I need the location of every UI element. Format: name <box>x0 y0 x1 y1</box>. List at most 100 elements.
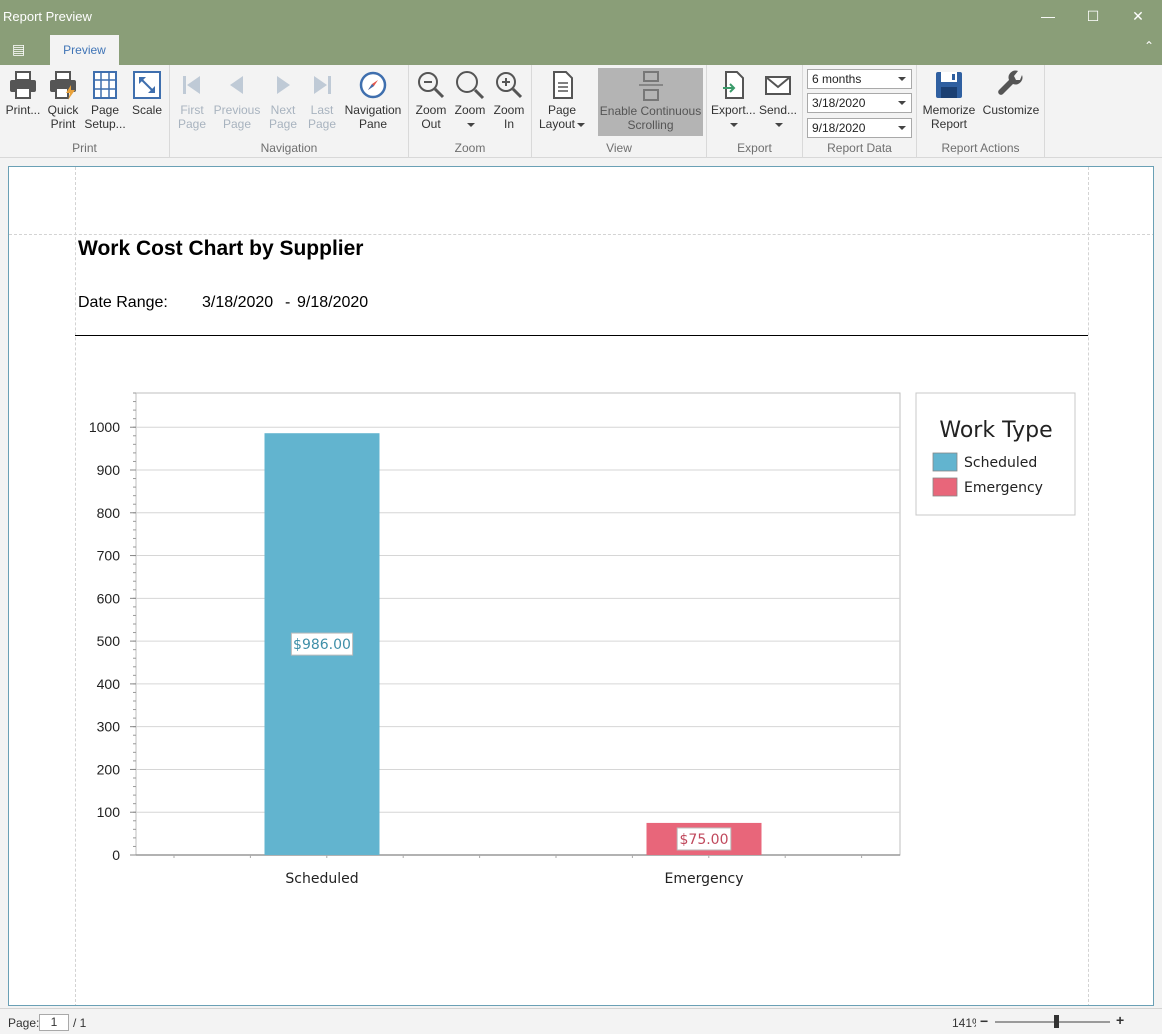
quick-print-button[interactable]: Quick Print <box>44 69 82 131</box>
continuous-scrolling-icon <box>638 71 663 101</box>
y-tick-label: 600 <box>97 590 121 606</box>
ribbon: Print... Quick Print Page Setup... Scale… <box>0 65 1162 158</box>
maximize-button[interactable]: ☐ <box>1070 0 1116 33</box>
report-page: Work Cost Chart by Supplier Date Range: … <box>8 166 1154 1006</box>
wrench-icon <box>998 70 1023 95</box>
y-tick-label: 700 <box>97 548 121 564</box>
envelope-icon <box>765 76 791 95</box>
page-number-input[interactable]: 1 <box>39 1014 69 1031</box>
y-tick-label: 500 <box>97 633 121 649</box>
report-data-group: 6 months 3/18/2020 9/18/2020 Report Data <box>803 65 917 158</box>
y-tick-label: 1000 <box>89 419 120 435</box>
zoom-out-icon <box>418 72 445 99</box>
work-cost-bar-chart: 0 100 200 300 400 500 600 700 800 900 1000 $986.00 S… <box>89 392 1076 887</box>
chevron-down-icon <box>577 122 586 127</box>
zoom-in-icon <box>496 72 523 99</box>
y-tick-label: 200 <box>97 761 121 777</box>
last-page-button[interactable]: Last Page <box>304 69 340 131</box>
y-tick-label: 900 <box>97 462 121 478</box>
status-bar: Page: 1 / 1 141% − + <box>0 1008 1162 1034</box>
x-tick-label: Emergency <box>665 871 744 887</box>
zoom-percentage: 141% <box>952 1016 976 1030</box>
navigation-pane-button[interactable]: Navigation Pane <box>342 69 404 131</box>
y-tick-label: 300 <box>97 719 121 735</box>
zoom-out-button[interactable]: Zoom Out <box>413 69 449 131</box>
page-total: / 1 <box>73 1016 87 1030</box>
close-button[interactable]: ✕ <box>1115 0 1161 33</box>
view-group: Page Layout Enable Continuous Scrolling … <box>532 65 707 158</box>
end-date-picker[interactable]: 9/18/2020 <box>807 118 912 138</box>
y-tick-label: 400 <box>97 676 121 692</box>
plot-area <box>135 392 901 856</box>
navigation-group-label: Navigation <box>260 141 318 155</box>
memorize-report-button[interactable]: Memorize Report <box>921 69 977 131</box>
chevron-down-icon <box>467 122 475 127</box>
zoom-plus-button[interactable]: + <box>1116 1012 1124 1028</box>
legend-swatch-scheduled <box>932 452 958 472</box>
document-viewer[interactable]: Work Cost Chart by Supplier Date Range: … <box>0 158 1162 1006</box>
zoom-minus-button[interactable]: − <box>980 1013 988 1029</box>
report-actions-group-label: Report Actions <box>941 141 1020 155</box>
print-group: Print... Quick Print Page Setup... Scale… <box>0 65 170 158</box>
title-bar: Report Preview — ☐ ✕ <box>0 0 1162 33</box>
y-tick-label: 0 <box>112 847 120 863</box>
zoom-group-label: Zoom <box>454 141 486 155</box>
tab-preview[interactable]: Preview <box>50 35 119 65</box>
export-icon <box>723 71 744 99</box>
zoom-icon <box>456 71 485 100</box>
print-button[interactable]: Print... <box>4 69 42 117</box>
chevron-down-icon <box>898 77 906 81</box>
minimize-button[interactable]: — <box>1025 0 1071 33</box>
data-label: $986.00 <box>293 637 351 653</box>
export-group-label: Export <box>737 141 772 155</box>
page-layout-button[interactable]: Page Layout <box>536 69 588 131</box>
report-actions-group: Memorize Report Customize Report Actions <box>917 65 1045 158</box>
chevron-down-icon <box>898 126 906 130</box>
export-group: Export... Send... Export <box>707 65 803 158</box>
scale-icon <box>133 71 161 99</box>
report-data-group-label: Report Data <box>827 141 892 155</box>
previous-page-button[interactable]: Previous Page <box>212 69 262 131</box>
compass-icon <box>359 71 387 99</box>
zoom-dropdown-button[interactable]: Zoom <box>451 69 489 131</box>
page-setup-icon <box>93 71 117 99</box>
data-label: $75.00 <box>680 832 729 848</box>
zoom-slider-thumb[interactable] <box>1053 1015 1059 1028</box>
app-menu-icon[interactable]: ▤ <box>12 41 34 59</box>
legend-entry: Scheduled <box>964 455 1037 471</box>
period-select[interactable]: 6 months <box>807 69 912 89</box>
window-title: Report Preview <box>3 9 92 24</box>
first-page-icon <box>183 76 200 94</box>
navigation-group: First Page Previous Page Next Page Last … <box>170 65 409 158</box>
export-button[interactable]: Export... <box>711 69 756 131</box>
x-tick-label: Scheduled <box>285 871 358 887</box>
page-layout-icon <box>553 71 573 99</box>
ribbon-tab-strip: ▤ Preview ⌃ <box>0 33 1162 65</box>
quick-print-icon <box>50 71 76 100</box>
collapse-ribbon-icon[interactable]: ⌃ <box>1144 39 1154 53</box>
next-page-button[interactable]: Next Page <box>264 69 302 131</box>
send-button[interactable]: Send... <box>757 69 799 131</box>
page-label: Page: <box>8 1016 40 1030</box>
first-page-button[interactable]: First Page <box>174 69 210 131</box>
start-date-picker[interactable]: 3/18/2020 <box>807 93 912 113</box>
next-page-icon <box>277 76 290 94</box>
chevron-down-icon <box>775 122 783 127</box>
zoom-in-button[interactable]: Zoom In <box>491 69 527 131</box>
previous-page-icon <box>230 76 243 94</box>
chevron-down-icon <box>730 122 738 127</box>
chevron-down-icon <box>898 101 906 105</box>
save-icon <box>936 72 962 98</box>
continuous-scrolling-button[interactable]: Enable Continuous Scrolling <box>598 68 703 136</box>
legend-swatch-emergency <box>932 477 958 497</box>
scale-button[interactable]: Scale <box>128 69 166 117</box>
legend-entry: Emergency <box>964 480 1043 496</box>
print-group-label: Print <box>72 141 97 155</box>
y-tick-label: 100 <box>97 804 121 820</box>
zoom-slider-track[interactable] <box>995 1021 1110 1023</box>
page-setup-button[interactable]: Page Setup... <box>84 69 126 131</box>
last-page-icon <box>314 76 331 94</box>
customize-button[interactable]: Customize <box>981 69 1041 117</box>
view-group-label: View <box>606 141 632 155</box>
y-tick-label: 800 <box>97 505 121 521</box>
